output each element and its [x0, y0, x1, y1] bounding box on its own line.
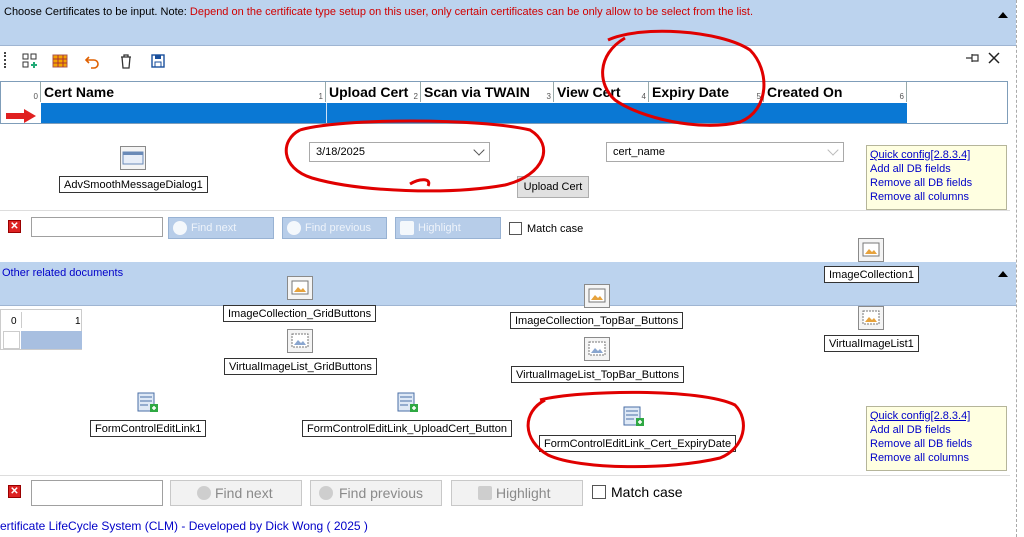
annotation-circle-expiry-header — [601, 29, 766, 127]
annotation-overlay — [284, 29, 766, 469]
annotation-circle-date-combo — [284, 119, 546, 193]
right-edge-divider — [1016, 0, 1024, 537]
annotation-circle-expiry-link — [526, 390, 745, 469]
